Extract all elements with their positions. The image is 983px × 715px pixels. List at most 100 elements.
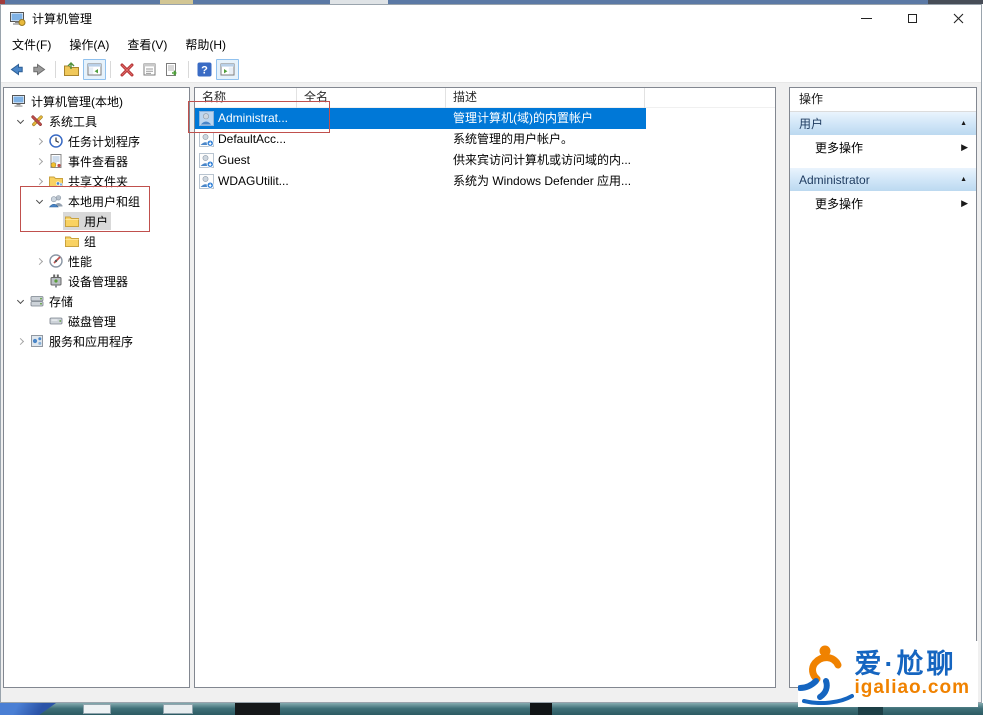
back-icon — [8, 61, 25, 78]
table-row-guest[interactable]: Guest 供来宾访问计算机或访问域的内... — [195, 150, 646, 171]
more-actions-users[interactable]: 更多操作 ▶ — [790, 135, 976, 159]
column-header-description[interactable]: 描述 — [446, 88, 645, 108]
performance-icon — [48, 253, 64, 269]
user-disabled-icon — [199, 132, 214, 147]
menubar: 文件(F) 操作(A) 查看(V) 帮助(H) — [1, 32, 981, 57]
back-button[interactable] — [5, 59, 28, 80]
console-tree-panel: 计算机管理(本地) 系统工具 任务计划程序 事件查看器 — [3, 87, 190, 688]
tree-item-label: 存储 — [49, 293, 73, 310]
show-action-pane-button[interactable] — [216, 59, 239, 80]
tree-item-label: 任务计划程序 — [68, 133, 140, 150]
toolbar-separator — [110, 61, 111, 78]
tree-item-label: 服务和应用程序 — [49, 333, 133, 350]
titlebar: 计算机管理 — [1, 5, 981, 32]
actions-section-administrator[interactable]: Administrator ▲ — [790, 168, 976, 191]
desktop-fragment — [83, 704, 111, 714]
delete-button[interactable] — [115, 59, 138, 80]
watermark-domain: igaliao.com — [854, 678, 970, 698]
folder-icon — [64, 233, 80, 249]
forward-button[interactable] — [28, 59, 51, 80]
watermark-brand: 爱·尬聊 — [854, 650, 970, 678]
tree-item-label: 系统工具 — [49, 113, 97, 130]
chevron-right-icon[interactable] — [12, 333, 28, 349]
user-disabled-icon — [199, 174, 214, 189]
user-name: WDAGUtilit... — [218, 171, 289, 192]
console-tree-icon — [86, 61, 103, 78]
maximize-button[interactable] — [889, 5, 935, 32]
close-button[interactable] — [935, 5, 981, 32]
table-row-wdagutility[interactable]: WDAGUtilit... 系统为 Windows Defender 应用... — [195, 171, 646, 192]
submenu-arrow-icon: ▶ — [961, 198, 968, 209]
actions-panel: 操作 用户 ▲ 更多操作 ▶ Administrator ▲ 更多操作 ▶ — [789, 87, 977, 688]
actions-section-users[interactable]: 用户 ▲ — [790, 112, 976, 135]
chevron-right-icon[interactable] — [31, 133, 47, 149]
user-fullname — [297, 171, 446, 192]
tree-item-groups[interactable]: 组 — [4, 231, 189, 251]
tree-item-computer-management[interactable]: 计算机管理(本地) — [4, 91, 189, 111]
minimize-button[interactable] — [843, 5, 889, 32]
tree-item-performance[interactable]: 性能 — [4, 251, 189, 271]
actions-section-label: 用户 — [799, 115, 823, 132]
tree-item-system-tools[interactable]: 系统工具 — [4, 111, 189, 131]
more-actions-administrator[interactable]: 更多操作 ▶ — [790, 191, 976, 215]
toolbar-separator — [55, 61, 56, 78]
user-description: 供来宾访问计算机或访问域的内... — [446, 150, 646, 171]
tree-item-label: 组 — [84, 233, 96, 250]
tree-item-event-viewer[interactable]: 事件查看器 — [4, 151, 189, 171]
tree-item-storage[interactable]: 存储 — [4, 291, 189, 311]
desktop-fragment — [928, 0, 983, 4]
desktop-fragment — [530, 703, 552, 715]
help-button[interactable]: ? — [193, 59, 216, 80]
up-folder-icon — [63, 61, 80, 78]
up-folder-button[interactable] — [60, 59, 83, 80]
watermark-logo: 爱·尬聊 igaliao.com — [798, 641, 978, 707]
disk-icon — [48, 313, 64, 329]
window-controls — [843, 5, 981, 32]
show-console-tree-button[interactable] — [83, 59, 106, 80]
chevron-down-icon[interactable] — [12, 113, 28, 129]
toolbar-separator — [188, 61, 189, 78]
menu-help[interactable]: 帮助(H) — [176, 33, 235, 56]
chevron-right-icon[interactable] — [31, 153, 47, 169]
menu-file[interactable]: 文件(F) — [3, 33, 60, 56]
help-icon: ? — [196, 61, 213, 78]
more-actions-label: 更多操作 — [815, 139, 863, 156]
chevron-down-icon[interactable] — [12, 293, 28, 309]
event-viewer-icon — [48, 153, 64, 169]
menu-action[interactable]: 操作(A) — [60, 33, 118, 56]
close-icon — [953, 13, 964, 24]
export-list-button[interactable] — [161, 59, 184, 80]
annotation-box-administrator-row — [188, 101, 330, 133]
collapse-section-icon[interactable]: ▲ — [960, 176, 967, 183]
toolbar: ? — [1, 57, 981, 83]
desktop-fragment — [235, 703, 280, 715]
user-description: 管理计算机(域)的内置帐户 — [446, 108, 646, 129]
minimize-icon — [861, 18, 872, 19]
tree-item-disk-management[interactable]: 磁盘管理 — [4, 311, 189, 331]
delete-icon — [119, 62, 135, 78]
more-actions-label: 更多操作 — [815, 195, 863, 212]
device-manager-icon — [48, 273, 64, 289]
actions-pane-title: 操作 — [790, 88, 976, 112]
tree-item-services-applications[interactable]: 服务和应用程序 — [4, 331, 189, 351]
tree-item-label: 设备管理器 — [68, 273, 128, 290]
export-list-icon — [164, 61, 181, 78]
services-icon — [29, 333, 45, 349]
collapse-section-icon[interactable]: ▲ — [960, 120, 967, 127]
menu-view[interactable]: 查看(V) — [118, 33, 176, 56]
tools-icon — [29, 113, 45, 129]
storage-icon — [29, 293, 45, 309]
content-area: 计算机管理(本地) 系统工具 任务计划程序 事件查看器 — [1, 83, 981, 702]
tree-item-label: 性能 — [68, 253, 92, 270]
desktop-fragment — [0, 0, 5, 4]
forward-icon — [31, 61, 48, 78]
user-description: 系统为 Windows Defender 应用... — [446, 171, 646, 192]
chevron-right-icon[interactable] — [31, 253, 47, 269]
tree-item-task-scheduler[interactable]: 任务计划程序 — [4, 131, 189, 151]
runner-logo-icon — [798, 643, 854, 705]
tree-item-label: 事件查看器 — [68, 153, 128, 170]
tree-item-device-manager[interactable]: 设备管理器 — [4, 271, 189, 291]
window-title: 计算机管理 — [32, 10, 92, 27]
desktop-top-strip — [0, 0, 983, 4]
properties-button[interactable] — [138, 59, 161, 80]
